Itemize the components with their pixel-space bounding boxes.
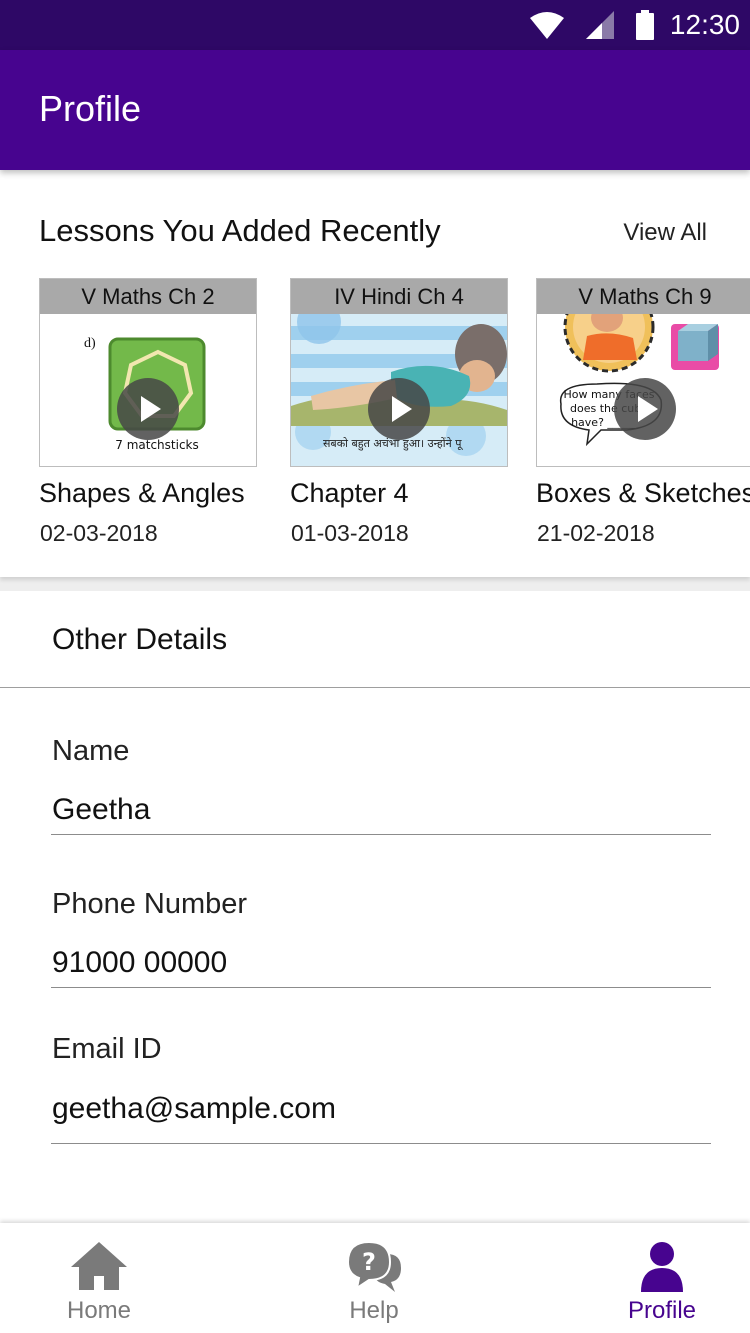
status-time: 12:30 <box>669 9 740 40</box>
nav-profile-label: Profile <box>627 1297 697 1324</box>
name-field[interactable]: Name Geetha <box>51 735 711 835</box>
name-label: Name <box>52 735 130 767</box>
other-details-header: Other Details <box>0 591 750 688</box>
lesson-thumbnail[interactable]: IV Hindi Ch 4 सबको बहुत अचंभा हुआ। उन्हो… <box>290 278 508 467</box>
lesson-art-marker: d) <box>84 336 96 351</box>
recent-lessons-title: Lessons You Added Recently <box>39 213 441 248</box>
phone-value[interactable]: 91000 00000 <box>52 946 227 980</box>
play-icon[interactable] <box>368 378 430 440</box>
lesson-thumbnail[interactable]: V Maths Ch 2 d) 7 matchsticks <box>39 278 257 467</box>
lesson-card[interactable]: V Maths Ch 9 How many faces does the cub… <box>536 278 750 546</box>
signal-icon <box>585 11 614 39</box>
nav-help[interactable]: ? Help <box>284 1223 464 1333</box>
section-divider <box>0 577 750 591</box>
home-icon <box>71 1242 127 1290</box>
nav-profile[interactable]: Profile <box>572 1223 750 1333</box>
lesson-date: 21-02-2018 <box>537 520 655 546</box>
play-icon[interactable] <box>117 378 179 440</box>
lesson-card[interactable]: IV Hindi Ch 4 सबको बहुत अचंभा हुआ। उन्हो… <box>290 278 508 546</box>
nav-home[interactable]: Home <box>9 1223 189 1333</box>
lesson-chapter-label: V Maths Ch 9 <box>537 279 750 314</box>
page-title: Profile <box>39 88 142 129</box>
app-bar: Profile <box>0 50 750 170</box>
svg-text:?: ? <box>362 1248 376 1276</box>
lesson-chapter-label: V Maths Ch 2 <box>40 279 256 314</box>
lesson-title: Shapes & Angles <box>39 478 245 508</box>
lesson-title: Chapter 4 <box>290 478 409 508</box>
lesson-date: 01-03-2018 <box>291 520 409 546</box>
lesson-chapter-label: IV Hindi Ch 4 <box>291 279 507 314</box>
other-details-title: Other Details <box>52 623 228 656</box>
bottom-navigation: Home ? Help Profile <box>0 1223 750 1333</box>
email-label: Email ID <box>52 1033 162 1065</box>
lesson-title: Boxes & Sketches <box>536 478 750 508</box>
phone-label: Phone Number <box>52 888 248 920</box>
nav-help-label: Help <box>349 1297 399 1324</box>
lesson-thumbnail[interactable]: V Maths Ch 9 How many faces does the cub… <box>536 278 750 467</box>
battery-icon <box>635 10 654 40</box>
email-field[interactable]: Email ID geetha@sample.com <box>51 1033 711 1144</box>
phone-field[interactable]: Phone Number 91000 00000 <box>51 888 711 988</box>
view-all-link[interactable]: View All <box>623 219 707 247</box>
lesson-art-caption: 7 matchsticks <box>115 438 199 452</box>
help-chat-icon: ? <box>346 1240 401 1292</box>
recent-lessons-section: Lessons You Added Recently View All V Ma… <box>0 170 750 577</box>
lesson-date: 02-03-2018 <box>40 520 158 546</box>
nav-home-label: Home <box>66 1297 132 1324</box>
email-value[interactable]: geetha@sample.com <box>52 1092 336 1126</box>
wifi-icon <box>529 12 564 39</box>
lesson-card[interactable]: V Maths Ch 2 d) 7 matchsticks Shapes & A… <box>39 278 257 546</box>
person-icon <box>641 1242 683 1292</box>
name-value[interactable]: Geetha <box>52 793 150 827</box>
play-icon[interactable] <box>614 378 676 440</box>
status-bar: 12:30 <box>0 0 750 50</box>
